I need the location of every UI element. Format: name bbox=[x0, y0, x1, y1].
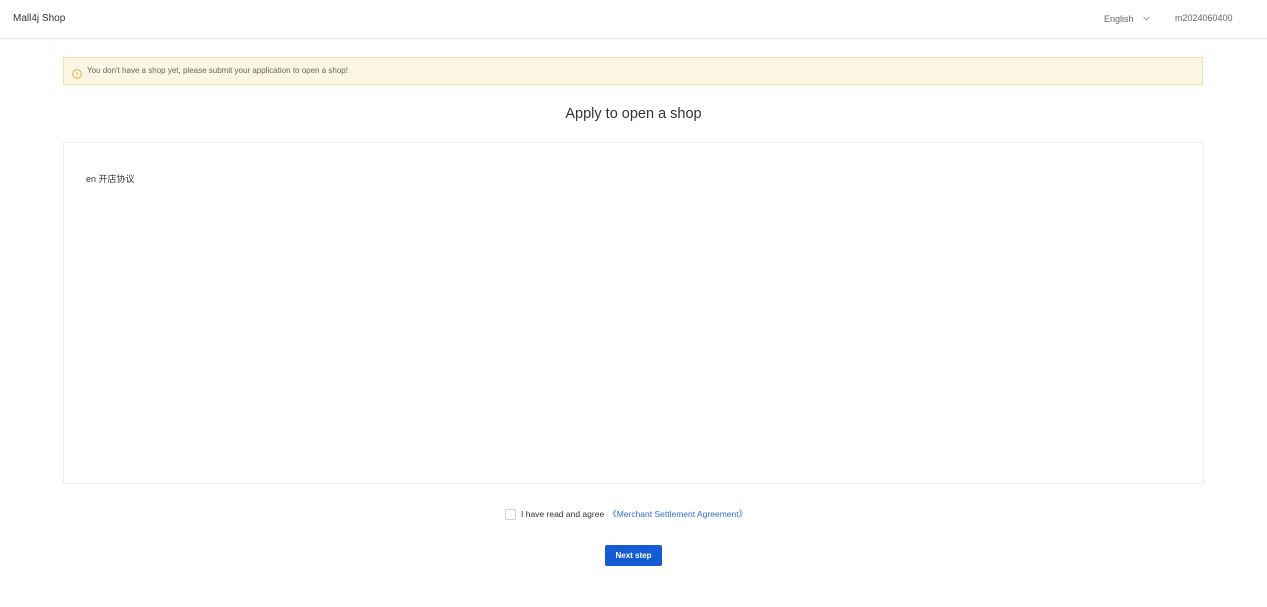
merchant-agreement-link[interactable]: 《Merchant Settlement Agreement》 bbox=[608, 508, 747, 520]
language-label: English bbox=[1104, 14, 1134, 24]
page-title: Apply to open a shop bbox=[565, 106, 702, 122]
next-step-button[interactable]: Next step bbox=[605, 545, 662, 566]
agreement-text: en 开店协议 bbox=[86, 174, 135, 184]
alert-message: You don't have a shop yet, please submit… bbox=[87, 66, 348, 75]
agree-label[interactable]: I have read and agree bbox=[521, 508, 604, 520]
user-account-name[interactable]: m2024060400 bbox=[1175, 11, 1233, 25]
warning-icon bbox=[72, 66, 82, 79]
agree-checkbox[interactable] bbox=[505, 508, 516, 520]
top-navbar: Mall4j Shop English m2024060400 bbox=[0, 0, 1267, 39]
no-shop-alert: You don't have a shop yet, please submit… bbox=[63, 57, 1203, 85]
agreement-content-box[interactable]: en 开店协议 bbox=[63, 142, 1204, 484]
agreement-consent-row: I have read and agree 《Merchant Settleme… bbox=[505, 508, 747, 520]
brand-logo-text: Mall4j Shop bbox=[13, 13, 66, 24]
language-selector[interactable]: English bbox=[1104, 12, 1151, 26]
chevron-down-icon bbox=[1142, 13, 1151, 22]
